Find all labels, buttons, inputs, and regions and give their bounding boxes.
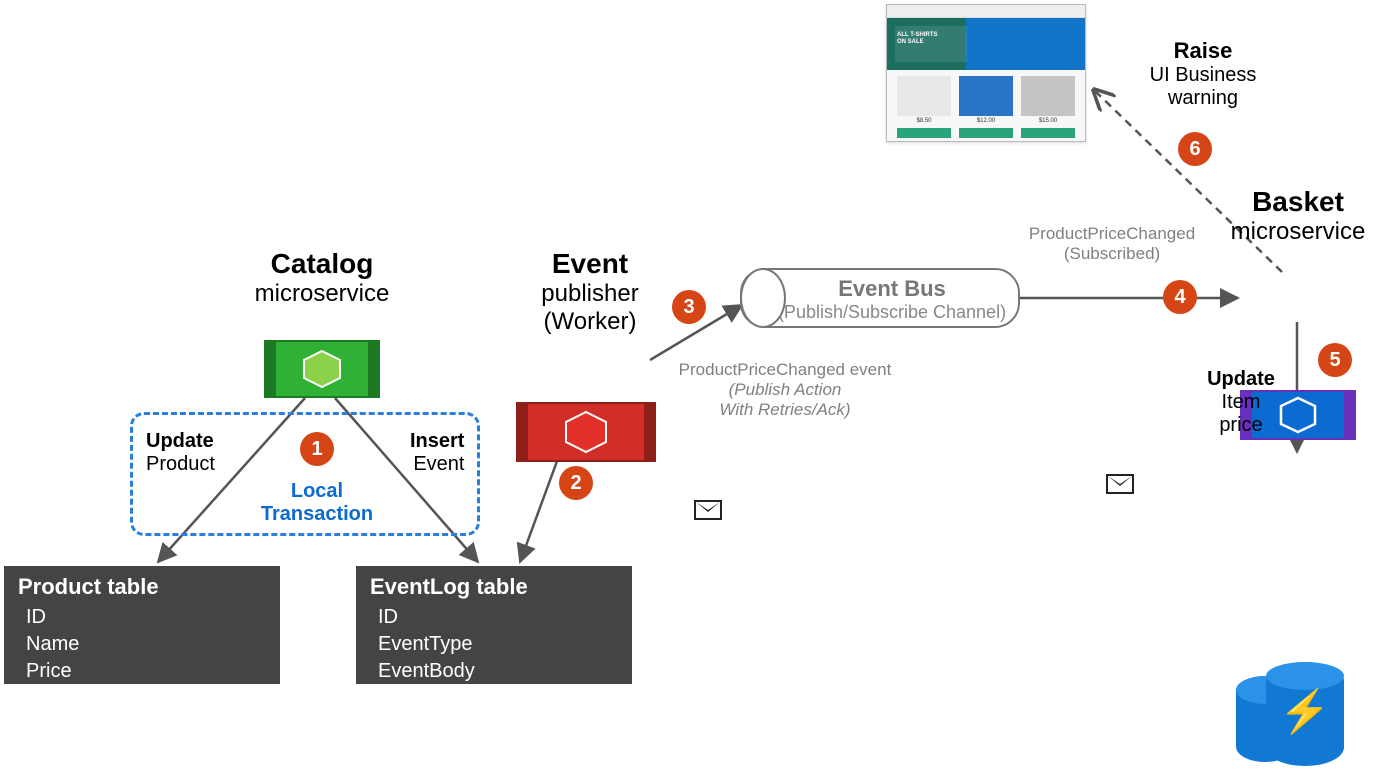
database-icon: ⚡ [1236,662,1356,782]
eventlog-table-row: EventBody [370,658,618,685]
browser-screenshot: ALL T-SHIRTS ON SALE $8.50 $12.00 $15.00 [886,4,1086,142]
browser-product-card: $15.00 [1021,76,1075,138]
step-3-badge: 3 [672,290,706,324]
event-publisher-title: Event [510,248,670,280]
eventlog-table-panel: EventLog table ID EventType EventBody St… [356,566,632,684]
product-table-panel: Product table ID Name Price //etc [4,566,280,684]
step-5-badge: 5 [1318,343,1352,377]
step-6-badge: 6 [1178,132,1212,166]
product-table-row: //etc [18,685,266,712]
local-transaction-text: Local Transaction [252,480,382,526]
update-product-label: Update Product [146,430,215,476]
event-bus: Event Bus (Publish/Subscribe Channel) [740,268,1020,328]
browser-product-card: $12.00 [959,76,1013,138]
architecture-diagram: Catalog microservice Event publisher (Wo… [0,0,1377,687]
step-1-badge: 1 [300,432,334,466]
event-bus-cap [740,268,786,328]
subscribe-label: ProductPriceChanged (Subscribed) [1012,224,1212,264]
step-4-badge: 4 [1163,280,1197,314]
product-table-row: ID [18,604,266,631]
browser-hero-text: ALL T-SHIRTS ON SALE [897,32,938,46]
eventlog-table-row: State [370,685,618,712]
browser-product-grid: $8.50 $12.00 $15.00 [887,70,1085,142]
browser-product-card: $8.50 [897,76,951,138]
product-table-row: Price [18,658,266,685]
basket-title: Basket [1218,186,1377,218]
raise-warning-label: Raise UI Business warning [1128,38,1278,110]
eventlog-table-row: EventType [370,631,618,658]
basket-subtitle: microservice [1218,218,1377,246]
event-publisher-service-icon [516,402,656,462]
update-item-label: Update Item price [1196,368,1286,437]
step-2-badge: 2 [559,466,593,500]
eventlog-table-header: EventLog table [370,574,618,600]
catalog-service-icon [264,340,380,398]
product-table-row: Name [18,631,266,658]
event-publisher-label: Event publisher (Worker) [510,248,670,336]
event-publisher-sub1: publisher [510,280,670,308]
catalog-title: Catalog [232,248,412,280]
catalog-subtitle: microservice [232,280,412,308]
eventlog-table-row: ID [370,604,618,631]
browser-chrome-bar [887,5,1085,18]
product-table-header: Product table [18,574,266,600]
browser-hero: ALL T-SHIRTS ON SALE [887,18,1085,70]
insert-event-label: Insert Event [410,430,464,476]
basket-label: Basket microservice [1218,186,1377,246]
event-publisher-sub2: (Worker) [510,308,670,336]
envelope-icon [694,500,722,520]
publish-label: ProductPriceChanged event (Publish Actio… [670,360,900,420]
catalog-label: Catalog microservice [232,248,412,308]
envelope-icon [1106,474,1134,494]
